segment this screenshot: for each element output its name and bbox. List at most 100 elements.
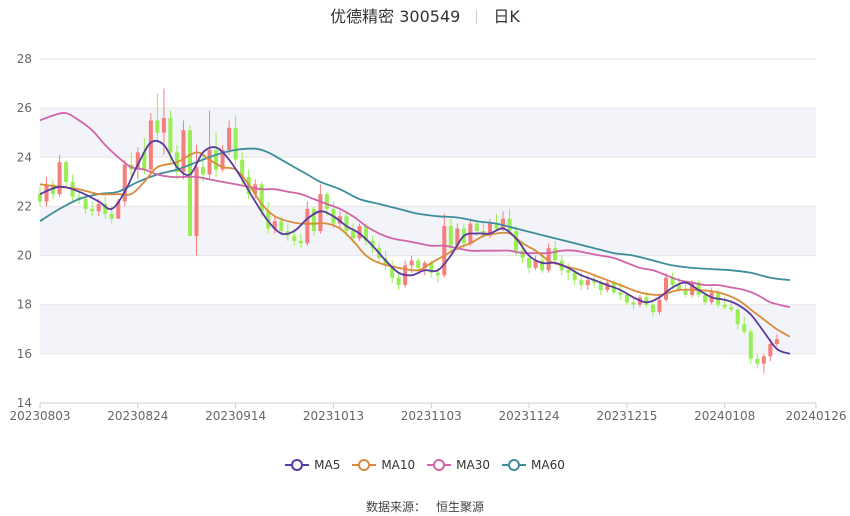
- candle-body: [292, 235, 297, 241]
- y-tick-label: 24: [17, 150, 32, 164]
- candle-body: [644, 297, 649, 305]
- candle-body: [109, 213, 114, 219]
- candle-body: [579, 280, 584, 286]
- chart-legend: MA5 MA10 MA30 MA60: [0, 458, 850, 475]
- x-tick-label: 20231013: [303, 409, 364, 423]
- candle-body: [729, 307, 734, 310]
- candle-body: [168, 117, 173, 153]
- candle-body: [233, 127, 238, 160]
- candle-body: [618, 292, 623, 295]
- candle-body: [207, 149, 212, 175]
- candle-body: [64, 162, 69, 182]
- candlestick: [64, 159, 69, 187]
- candlestick: [755, 353, 760, 369]
- candle-body: [474, 223, 479, 231]
- candle-body: [703, 294, 708, 303]
- candle-body: [631, 302, 636, 305]
- candle-body: [683, 289, 688, 295]
- candlestick: [187, 125, 193, 236]
- candle-body: [181, 130, 186, 173]
- data-source: 数据来源： 恒生聚源: [0, 498, 850, 515]
- candle-body: [566, 270, 571, 273]
- candle-body: [448, 226, 453, 246]
- candle-body: [768, 344, 773, 357]
- legend-marker: [352, 458, 377, 472]
- candle-body: [507, 218, 512, 231]
- legend-marker: [427, 458, 452, 472]
- candlestick: [122, 159, 127, 207]
- candle-body: [748, 331, 753, 359]
- candle-body: [344, 216, 349, 231]
- y-tick-label: 14: [17, 396, 32, 410]
- candle-body: [324, 194, 329, 209]
- candle-body: [201, 167, 206, 175]
- candle-body: [761, 356, 766, 364]
- candle-body: [44, 184, 49, 202]
- candlestick: [533, 255, 538, 271]
- candle-body: [57, 162, 62, 195]
- candle-body: [624, 294, 629, 303]
- source-value: 恒生聚源: [436, 500, 485, 514]
- candle-body: [409, 260, 414, 266]
- legend-marker: [502, 458, 527, 472]
- plot-band: [40, 206, 816, 256]
- candle-body: [214, 149, 219, 170]
- candlestick: [663, 272, 669, 303]
- candle-body: [311, 208, 316, 231]
- legend-label: MA10: [381, 458, 416, 472]
- x-tick-label: 20240126: [785, 409, 846, 423]
- candle-body: [37, 194, 43, 202]
- candlestick: [390, 260, 395, 283]
- y-tick-label: 28: [17, 52, 32, 66]
- x-tick-label: 20231103: [401, 409, 462, 423]
- legend-label: MA5: [314, 458, 341, 472]
- x-tick-label: 20240108: [694, 409, 755, 423]
- legend-item-ma5[interactable]: MA5: [285, 458, 340, 472]
- candle-body: [279, 221, 284, 231]
- x-tick-label: 20230803: [9, 409, 70, 423]
- candle-body: [572, 272, 577, 281]
- candle-body: [83, 199, 88, 209]
- candle-body: [755, 358, 760, 364]
- candlestick: [748, 329, 753, 364]
- candlestick: [396, 272, 401, 290]
- x-tick-label: 20231124: [499, 409, 560, 423]
- candle-body: [350, 231, 356, 239]
- candle-body: [663, 277, 669, 300]
- plot-band: [40, 304, 816, 354]
- candlestick: [761, 353, 766, 374]
- legend-item-ma60[interactable]: MA60: [502, 458, 565, 472]
- candle-body: [435, 272, 440, 276]
- candlestick: [37, 186, 43, 207]
- legend-label: MA30: [456, 458, 491, 472]
- candle-body: [396, 277, 401, 286]
- candle-body: [500, 218, 506, 229]
- candle-body: [96, 203, 101, 212]
- candlestick: [566, 262, 571, 281]
- y-tick-label: 26: [17, 101, 32, 115]
- candle-body: [155, 120, 160, 133]
- x-tick-label: 20230824: [107, 409, 168, 423]
- candle-body: [742, 324, 747, 332]
- x-tick-label: 20231215: [596, 409, 657, 423]
- legend-item-ma10[interactable]: MA10: [352, 458, 415, 472]
- candle-body: [650, 304, 655, 313]
- legend-item-ma30[interactable]: MA30: [427, 458, 490, 472]
- candlestick: [416, 258, 421, 271]
- y-tick-label: 22: [17, 199, 32, 213]
- legend-marker: [285, 458, 310, 472]
- candle-body: [122, 164, 127, 202]
- candle-body: [585, 280, 590, 286]
- candle-body: [305, 208, 310, 244]
- candle-body: [722, 304, 727, 308]
- candle-body: [187, 130, 193, 236]
- candlestick-chart: 14 16 18 20 22 24 26 28 20230803 20230824 20230914…: [9, 52, 846, 423]
- candle-body: [318, 194, 323, 231]
- candle-body: [227, 127, 232, 150]
- candle-body: [527, 258, 532, 268]
- candlestick: [318, 184, 323, 234]
- y-tick-label: 16: [17, 347, 32, 361]
- y-tick-label: 18: [17, 298, 32, 312]
- source-label: 数据来源：: [365, 500, 426, 514]
- candle-body: [161, 117, 166, 133]
